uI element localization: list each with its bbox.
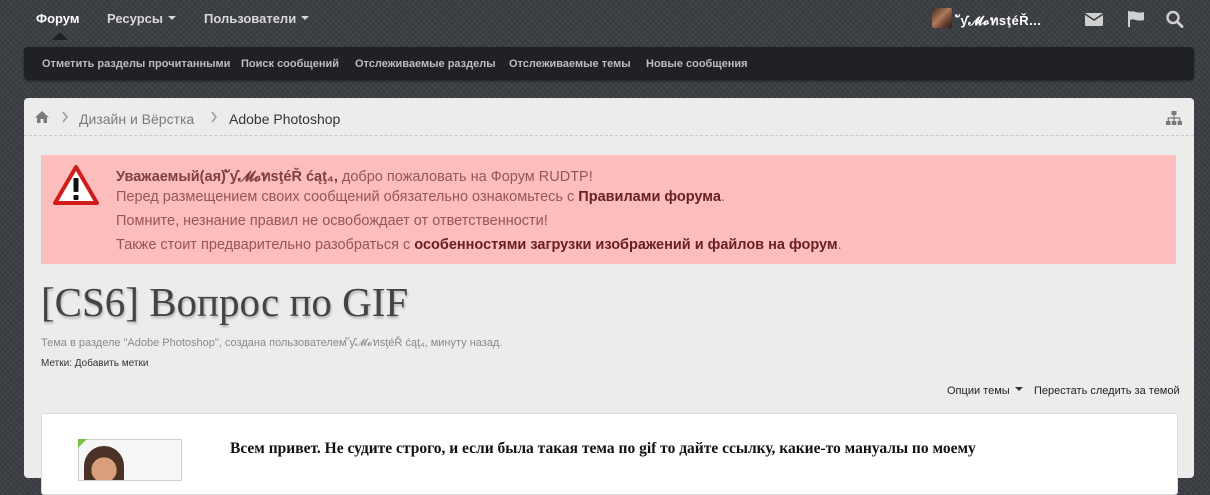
thread-meta: Тема в разделе "Adobe Photoshop", создан…	[41, 337, 503, 349]
tab-resources[interactable]: Ресурсы	[107, 11, 176, 26]
watched-threads-link[interactable]: Отслеживаемые темы	[509, 58, 631, 70]
welcome-notice: Уважаемый(ая) ัƴ𝓜𝓸ทѕţéŘ ćąţ₄, добро пожа…	[41, 155, 1176, 264]
sub-navigation: Отметить разделы прочитанными Поиск сооб…	[24, 47, 1194, 80]
notice-responsibility-line: Помните, незнание правил не освобождает …	[116, 213, 548, 229]
tab-users-label: Пользователи	[204, 11, 297, 26]
notice-upload-prefix: Также стоит предварительно разобраться с	[116, 237, 411, 253]
notice-rules-line: Перед размещением своих сообщений обязат…	[116, 189, 725, 205]
home-icon[interactable]	[34, 110, 50, 124]
tab-resources-label: Ресурсы	[107, 11, 163, 26]
breadcrumb-photoshop[interactable]: Adobe Photoshop	[229, 111, 340, 127]
notice-greeting-prefix: Уважаемый(ая)	[116, 169, 226, 185]
post-item: Всем привет. Не судите строго, и если бы…	[41, 413, 1178, 495]
thread-tags: Метки: Добавить метки	[41, 358, 148, 369]
post-author-avatar[interactable]	[78, 439, 182, 481]
main-content: Дизайн и Вёрстка Adobe Photoshop Уважаем…	[24, 98, 1194, 495]
mark-read-link[interactable]: Отметить разделы прочитанными	[42, 58, 230, 70]
watched-forums-link[interactable]: Отслеживаемые разделы	[355, 58, 496, 70]
notice-rules-prefix: Перед размещением своих сообщений обязат…	[116, 189, 575, 205]
add-tags-link[interactable]: Добавить метки	[75, 358, 149, 369]
envelope-icon[interactable]	[1084, 10, 1104, 28]
chevron-right-icon	[211, 111, 217, 123]
tab-forum[interactable]: Форум	[36, 11, 79, 26]
notice-greeting-suffix: добро пожаловать на Форум RUDTP!	[341, 169, 593, 185]
active-tab-pointer	[52, 32, 68, 40]
notice-rules-suffix: .	[720, 189, 725, 205]
notice-user-name: ัƴ𝓜𝓸ทѕţéŘ ćąţ₄,	[229, 169, 338, 185]
forum-rules-link[interactable]: Правилами форума	[578, 189, 721, 205]
tags-label: Метки:	[41, 358, 72, 369]
user-avatar[interactable]	[932, 8, 952, 28]
post-message: Всем привет. Не судите строго, и если бы…	[230, 440, 976, 457]
flag-icon[interactable]	[1126, 10, 1146, 28]
notice-upload-suffix: .	[837, 237, 842, 253]
chevron-down-icon	[301, 15, 310, 20]
chevron-right-icon	[62, 111, 68, 123]
tab-users[interactable]: Пользователи	[204, 11, 310, 26]
top-navigation: Форум Ресурсы Пользователи ัƴ𝓜𝓸ทѕţéŘ...	[0, 0, 1210, 40]
notice-greeting: Уважаемый(ая) ัƴ𝓜𝓸ทѕţéŘ ćąţ₄, добро пожа…	[116, 165, 593, 188]
online-indicator	[78, 439, 87, 448]
user-name-link[interactable]: ัƴ𝓜𝓸ทѕţéŘ...	[960, 10, 1041, 31]
page-title: [CS6] Вопрос по GIF	[41, 279, 409, 325]
search-posts-link[interactable]: Поиск сообщений	[241, 58, 339, 70]
search-icon[interactable]	[1165, 10, 1185, 28]
breadcrumb-design[interactable]: Дизайн и Вёрстка	[79, 111, 194, 127]
avatar-photo	[84, 446, 124, 480]
notice-upload-line: Также стоит предварительно разобраться с…	[116, 237, 842, 253]
sitemap-icon[interactable]	[1165, 110, 1183, 126]
chevron-down-icon	[167, 15, 176, 20]
chevron-down-icon	[1014, 387, 1023, 392]
unwatch-thread-link[interactable]: Перестать следить за темой	[1034, 385, 1180, 397]
warning-icon	[53, 165, 99, 205]
thread-options-menu[interactable]: Опции темы	[947, 385, 1023, 397]
upload-guide-link[interactable]: особенностями загрузки изображений и фай…	[414, 237, 837, 253]
breadcrumb-divider	[24, 135, 1194, 136]
new-posts-link[interactable]: Новые сообщения	[646, 58, 748, 70]
thread-options-label: Опции темы	[947, 385, 1010, 397]
